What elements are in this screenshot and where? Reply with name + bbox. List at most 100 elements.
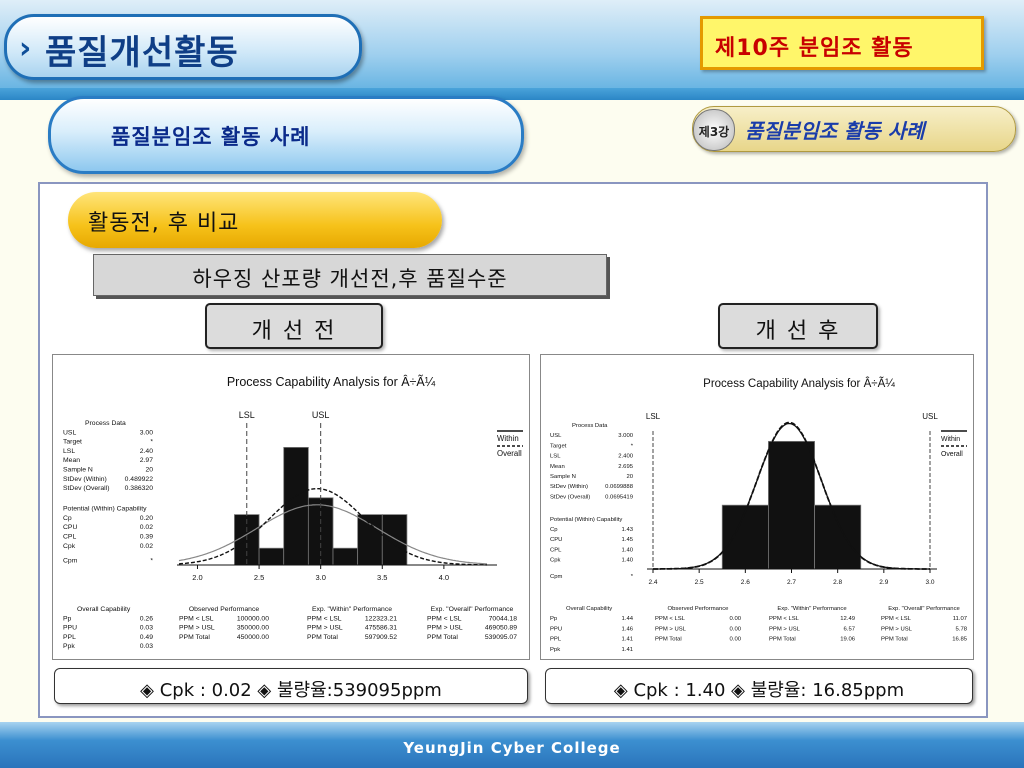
histogram-bar	[332, 547, 359, 566]
cpm-value: *	[150, 558, 153, 565]
process-data-heading: Process Data	[85, 420, 126, 427]
title-pill: › 품질개선활동	[4, 14, 362, 80]
legend-overall-label: Overall	[497, 449, 522, 458]
overall-value: 0.03	[140, 625, 153, 632]
potential-label: Cp	[550, 527, 558, 533]
process-data-value: 3.000	[618, 433, 633, 439]
legend-within-label: Within	[941, 436, 960, 443]
performance-value: 350000.00	[237, 625, 269, 632]
subtitle-pill: 품질분임조 활동 사례	[48, 96, 524, 174]
before-label: 개 선 전	[251, 319, 337, 344]
after-label: 개 선 후	[755, 319, 841, 344]
overall-label: Ppk	[550, 647, 560, 653]
overall-value: 1.41	[622, 647, 633, 653]
potential-label: Cp	[63, 515, 72, 522]
process-data-label: USL	[550, 433, 562, 439]
potential-label: CPU	[63, 524, 77, 531]
process-data-value: 2.40	[140, 448, 153, 455]
performance-label: PPM < LSL	[427, 615, 462, 622]
process-data-value: 0.0695419	[605, 494, 633, 500]
week-label-box: 제10주 분임조 활동	[700, 16, 984, 70]
legend-within-label: Within	[497, 434, 519, 443]
cpm-value: *	[631, 574, 634, 580]
performance-label: PPM Total	[427, 634, 458, 641]
process-data-value: *	[631, 443, 634, 449]
performance-label: PPM < LSL	[179, 615, 214, 622]
performance-value: 122323.21	[365, 615, 397, 622]
chart-before: Process Capability Analysis for Â÷Ã¼ Proc…	[63, 374, 523, 650]
performance-label: PPM > USL	[307, 625, 343, 632]
potential-value: 1.40	[622, 558, 634, 564]
process-data-label: USL	[63, 429, 76, 436]
before-label-tag: 개 선 전	[205, 303, 383, 349]
compare-title-pill: 활동전, 후 비교	[68, 192, 442, 248]
potential-value: 0.39	[140, 533, 153, 540]
performance-value: 0.00	[730, 616, 742, 622]
result-after: ◈ Cpk : 1.40 ◈ 불량율: 16.85ppm	[613, 680, 905, 701]
performance-label: PPM > USL	[655, 626, 687, 632]
exp-overall-heading: Exp. "Overall" Performance	[431, 606, 514, 613]
x-tick-label: 3.0	[925, 579, 934, 586]
process-data-label: Mean	[63, 457, 80, 464]
usl-label: USL	[922, 412, 938, 421]
x-tick-label: 2.7	[787, 579, 796, 586]
footer-college-name: YeungJin Cyber College	[403, 739, 621, 757]
chart-after-panel: Process Capability Analysis for Â÷Ã¼ Proc…	[540, 354, 974, 660]
potential-heading: Potential (Within) Capability	[550, 517, 622, 523]
histogram-bar	[381, 514, 408, 566]
potential-value: 1.45	[622, 537, 634, 543]
process-data-label: StDev (Within)	[63, 476, 107, 483]
histogram-bar	[721, 504, 769, 570]
performance-value: 100000.00	[237, 615, 269, 622]
page-title: 품질개선활동	[45, 33, 239, 73]
potential-value: 0.02	[140, 524, 153, 531]
performance-value: 0.00	[730, 637, 742, 643]
process-data-value: 0.386320	[125, 485, 154, 492]
overall-label: Pp	[63, 615, 72, 622]
performance-value: 11.07	[953, 616, 967, 622]
lecture-number: 제3강	[698, 125, 730, 139]
exp-within-heading: Exp. "Within" Performance	[312, 606, 392, 613]
result-after-box: ◈ Cpk : 1.40 ◈ 불량율: 16.85ppm	[545, 668, 973, 704]
overall-value: 1.44	[622, 616, 634, 622]
performance-label: PPM < LSL	[307, 615, 342, 622]
lecture-title: 품질분임조 활동 사례	[745, 119, 925, 143]
performance-value: 12.49	[840, 616, 855, 622]
lecture-number-circle: 제3강	[693, 109, 735, 151]
performance-value: 475586.31	[365, 625, 397, 632]
potential-label: Cpk	[550, 558, 561, 564]
cpm-label: Cpm	[550, 574, 563, 580]
potential-value: 1.40	[622, 547, 634, 553]
lecture-badge: 제3강 품질분임조 활동 사례	[692, 106, 1016, 152]
potential-heading: Potential (Within) Capability	[63, 506, 147, 513]
process-data-label: StDev (Within)	[550, 484, 588, 490]
overall-label: PPU	[63, 625, 77, 632]
performance-label: PPM Total	[881, 637, 908, 643]
observed-heading: Observed Performance	[189, 606, 259, 613]
x-tick-label: 2.8	[833, 579, 842, 586]
x-tick-label: 3.0	[315, 573, 325, 582]
process-data-value: 2.97	[140, 457, 153, 464]
process-data-label: LSL	[550, 454, 561, 460]
chart-before-panel: Process Capability Analysis for Â÷Ã¼ Proc…	[52, 354, 530, 660]
performance-label: PPM > USL	[769, 626, 801, 632]
overall-label: PPU	[550, 626, 562, 632]
performance-label: PPM Total	[307, 634, 338, 641]
performance-value: 450000.00	[237, 634, 269, 641]
after-label-tag: 개 선 후	[718, 303, 878, 349]
overall-capability-heading: Overall Capability	[77, 606, 131, 613]
histogram-bar	[258, 547, 285, 566]
subtitle: 품질분임조 활동 사례	[111, 125, 311, 149]
legend-overall-label: Overall	[941, 451, 963, 458]
result-before: ◈ Cpk : 0.02 ◈ 불량율:539095ppm	[140, 680, 442, 701]
x-tick-label: 2.4	[648, 579, 657, 586]
x-tick-label: 2.6	[741, 579, 750, 586]
histogram-bar	[357, 514, 383, 566]
performance-label: PPM > USL	[179, 625, 215, 632]
performance-label: PPM > USL	[881, 626, 913, 632]
performance-value: 70044.18	[489, 615, 518, 622]
performance-value: 16.85	[952, 637, 967, 643]
performance-value: 597909.52	[365, 634, 397, 641]
x-tick-label: 2.9	[879, 579, 888, 586]
lsl-label: LSL	[646, 412, 661, 421]
